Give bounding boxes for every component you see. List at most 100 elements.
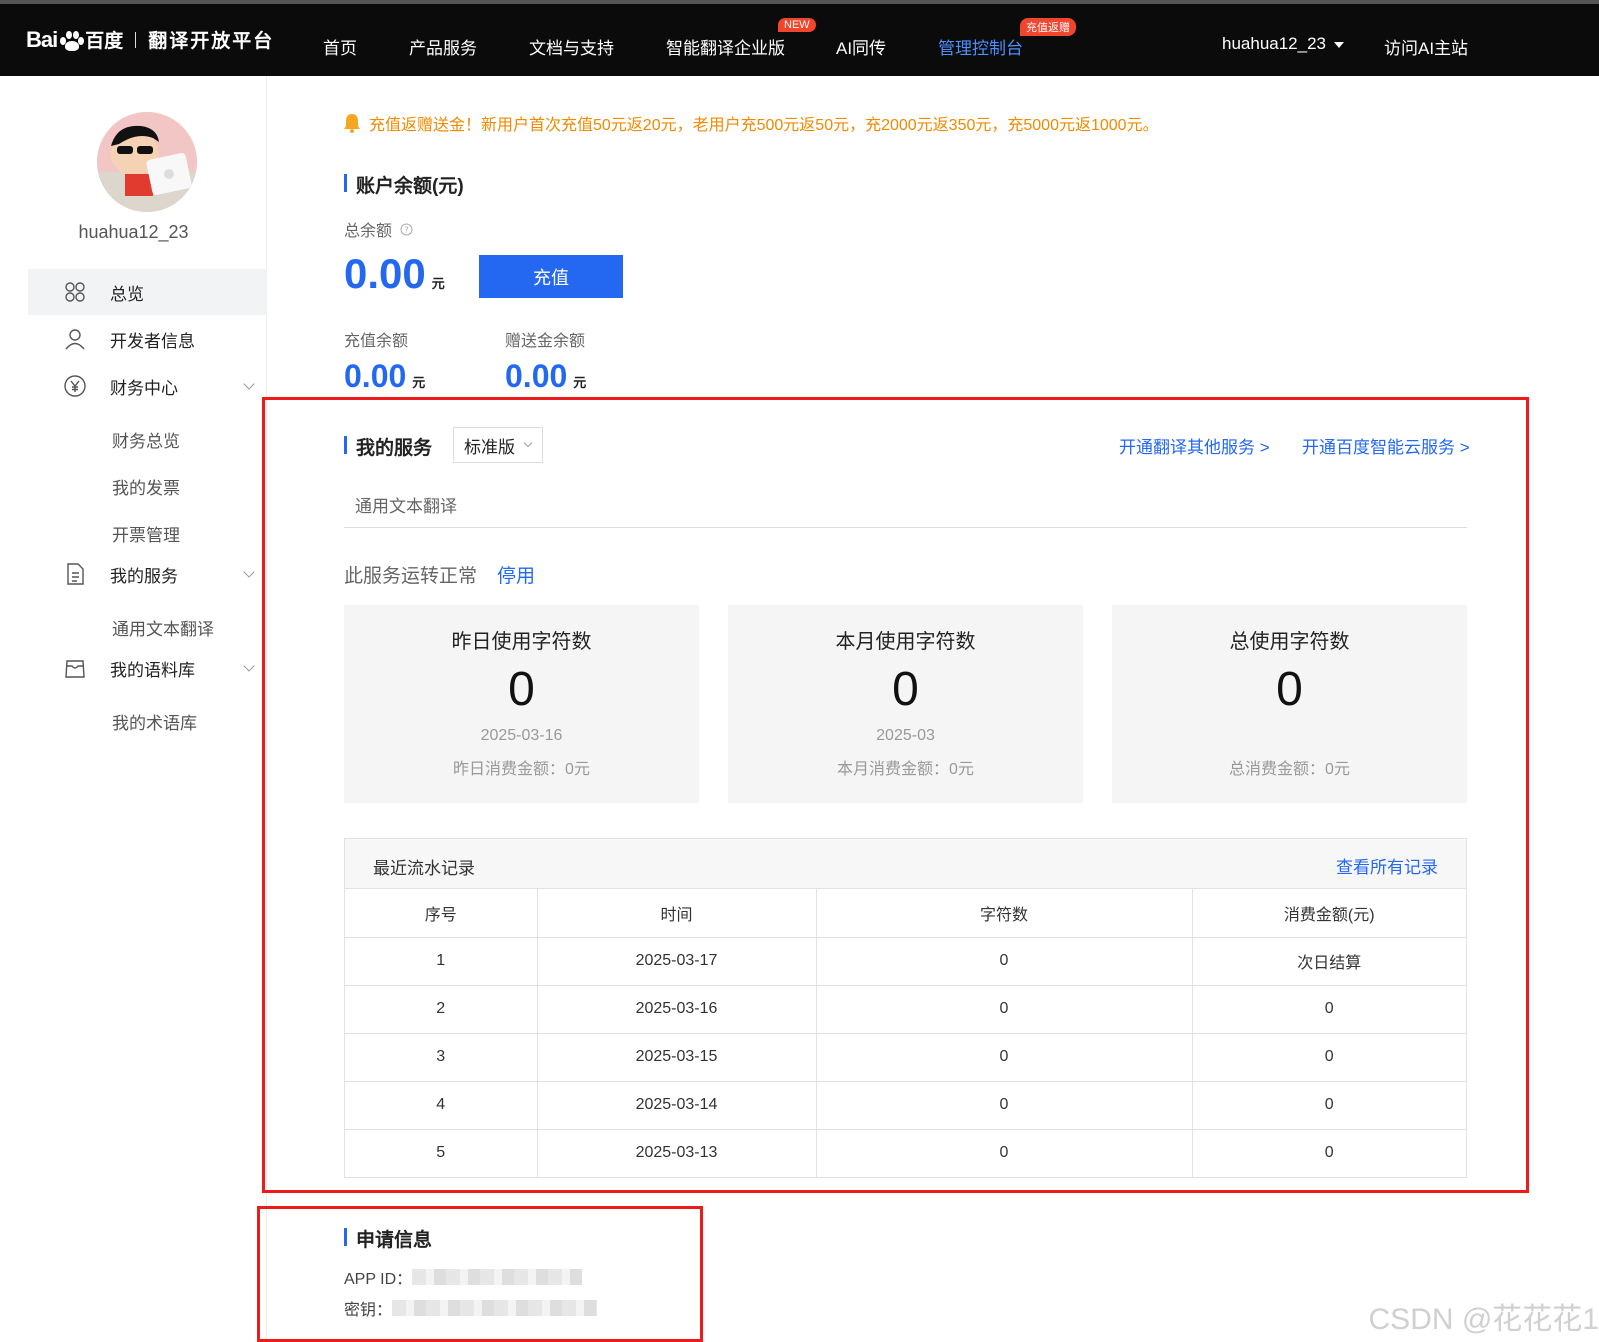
total-balance-label: 总余额 ? (344, 217, 413, 241)
recharge-balance-label: 充值余额 (344, 333, 409, 350)
sidebar-item-services[interactable]: 我的服务 (28, 551, 267, 597)
logo-text: Bai (26, 26, 58, 52)
gift-balance-number: 0.00 (505, 358, 568, 394)
help-icon[interactable]: ? (400, 223, 413, 236)
secret-key-label: 密钥： (344, 1302, 393, 1319)
logo-text-cn: 百度 (85, 31, 124, 52)
sidebar-sub-text-translation[interactable]: 通用文本翻译 (112, 615, 214, 640)
sidebar-sub-invoice-manage[interactable]: 开票管理 (112, 521, 180, 546)
user-dropdown[interactable]: huahua12_23 (1222, 34, 1345, 54)
top-navigation-bar: Bai 百度 翻译开放平台 首页 产品服务 文档与支持 智能翻译企业版 NEW … (0, 0, 1599, 76)
stat-fee: 总消费金额：0元 (1229, 761, 1350, 778)
document-icon (67, 563, 84, 585)
disable-service-link[interactable]: 停用 (497, 561, 535, 588)
baidu-logo[interactable]: Bai 百度 翻译开放平台 (26, 26, 274, 53)
sidebar-sub-finance-overview[interactable]: 财务总览 (112, 427, 180, 452)
app-id-label: APP ID： (344, 1271, 413, 1288)
table-cell: 0 (1192, 984, 1466, 1033)
table-cell: 0 (1192, 1032, 1466, 1081)
view-all-records-link[interactable]: 查看所有记录 (1336, 853, 1438, 878)
table-cell: 2025-03-16 (537, 984, 817, 1033)
chevron-down-icon (243, 660, 255, 672)
platform-name: 翻译开放平台 (148, 31, 275, 52)
open-other-services-link[interactable]: 开通翻译其他服务 > (1119, 433, 1270, 458)
user-icon (65, 329, 85, 350)
table-cell: 0 (816, 936, 1193, 985)
sidebar-item-label: 开发者信息 (110, 331, 195, 351)
stat-date (1112, 727, 1467, 747)
stat-value: 0 (1276, 663, 1303, 716)
sidebar-item-developer[interactable]: 开发者信息 (28, 316, 267, 362)
table-cell: 2 (345, 984, 538, 1033)
sidebar-item-finance[interactable]: 财务中心 (28, 363, 267, 409)
grid-icon (65, 282, 85, 302)
recharge-balance-number: 0.00 (344, 358, 407, 394)
stat-value: 0 (508, 663, 535, 716)
table-cell: 4 (345, 1080, 538, 1129)
tab-text-translation[interactable]: 通用文本翻译 (355, 492, 457, 517)
sidebar-sub-invoices[interactable]: 我的发票 (112, 474, 180, 499)
records-table-header: 最近流水记录 查看所有记录 (345, 839, 1466, 889)
unit-label: 元 (412, 375, 426, 390)
nav-docs[interactable]: 文档与支持 (529, 34, 614, 59)
table-cell: 2025-03-14 (537, 1080, 817, 1129)
secret-key-field: 密钥： (344, 1296, 598, 1320)
open-cloud-services-link[interactable]: 开通百度智能云服务 > (1302, 433, 1470, 458)
nav-home[interactable]: 首页 (323, 34, 357, 59)
edition-select-value: 标准版 (464, 437, 515, 457)
new-badge: NEW (778, 18, 816, 32)
nav-console[interactable]: 管理控制台 (938, 34, 1023, 59)
stat-card-total: 总使用字符数 0 总消费金额：0元 (1112, 605, 1467, 803)
sidebar-item-corpus[interactable]: 我的语料库 (28, 645, 267, 691)
sidebar-item-label: 我的语料库 (110, 660, 195, 680)
avatar (97, 112, 197, 212)
promo-notice: 充值返赠送金！新用户首次充值50元返20元，老用户充500元返50元，充2000… (343, 111, 1159, 135)
yen-icon (64, 375, 86, 397)
sidebar-item-overview[interactable]: 总览 (28, 269, 267, 315)
nav-enterprise[interactable]: 智能翻译企业版 (666, 34, 785, 59)
stat-date: 2025-03-16 (480, 727, 563, 744)
total-balance-value: 0.00 元 (344, 250, 445, 298)
table-cell: 0 (1192, 1128, 1466, 1177)
column-header: 字符数 (816, 889, 1193, 937)
gift-balance-value: 0.00 元 (505, 358, 586, 395)
table-row: 1 2025-03-17 0 次日结算 (345, 936, 1466, 985)
paw-icon (58, 29, 85, 51)
table-cell: 2025-03-13 (537, 1128, 817, 1177)
total-balance-label-text: 总余额 (344, 223, 393, 240)
column-header: 消费金额(元) (1283, 906, 1375, 924)
table-cell: 0 (816, 1080, 1193, 1129)
sidebar-username: huahua12_23 (78, 222, 189, 242)
gift-balance-label: 赠送金余额 (505, 333, 586, 350)
table-row: 3 2025-03-15 0 0 (345, 1032, 1466, 1081)
stat-fee: 本月消费金额：0元 (837, 761, 974, 778)
stat-card-yesterday: 昨日使用字符数 0 2025-03-16 昨日消费金额：0元 (344, 605, 699, 803)
recharge-button[interactable]: 充值 (479, 255, 623, 298)
unit-label: 元 (573, 375, 587, 390)
stat-value: 0 (892, 663, 919, 716)
chevron-down-icon (243, 566, 255, 578)
logo-divider (135, 31, 137, 48)
sidebar-item-label: 我的服务 (110, 566, 178, 586)
sidebar-sub-glossary[interactable]: 我的术语库 (112, 709, 197, 734)
promo-badge: 充值返赠 (1020, 18, 1076, 36)
table-cell: 1 (345, 936, 538, 985)
table-cell: 3 (345, 1032, 538, 1081)
nav-ai-interpret[interactable]: AI同传 (836, 34, 886, 59)
table-row: 2 2025-03-16 0 0 (345, 984, 1466, 1033)
unit-label: 元 (431, 276, 445, 291)
caret-down-icon (1334, 41, 1345, 48)
records-table: 最近流水记录 查看所有记录 序号 时间 字符数 消费金额(元) 1 2025-0… (344, 838, 1467, 1178)
secret-key-redacted (392, 1300, 598, 1316)
my-services-title: 我的服务 (344, 433, 432, 460)
svg-text:?: ? (404, 225, 408, 234)
avatar-image (97, 112, 197, 212)
sidebar-item-label: 财务中心 (110, 378, 178, 398)
table-cell: 次日结算 (1192, 936, 1466, 985)
table-cell: 0 (816, 1032, 1193, 1081)
nav-visit-ai[interactable]: 访问AI主站 (1384, 34, 1468, 59)
nav-products[interactable]: 产品服务 (409, 34, 477, 59)
header-username: huahua12_23 (1222, 34, 1327, 53)
total-balance-number: 0.00 (344, 250, 426, 297)
edition-select[interactable]: 标准版 (453, 427, 543, 463)
